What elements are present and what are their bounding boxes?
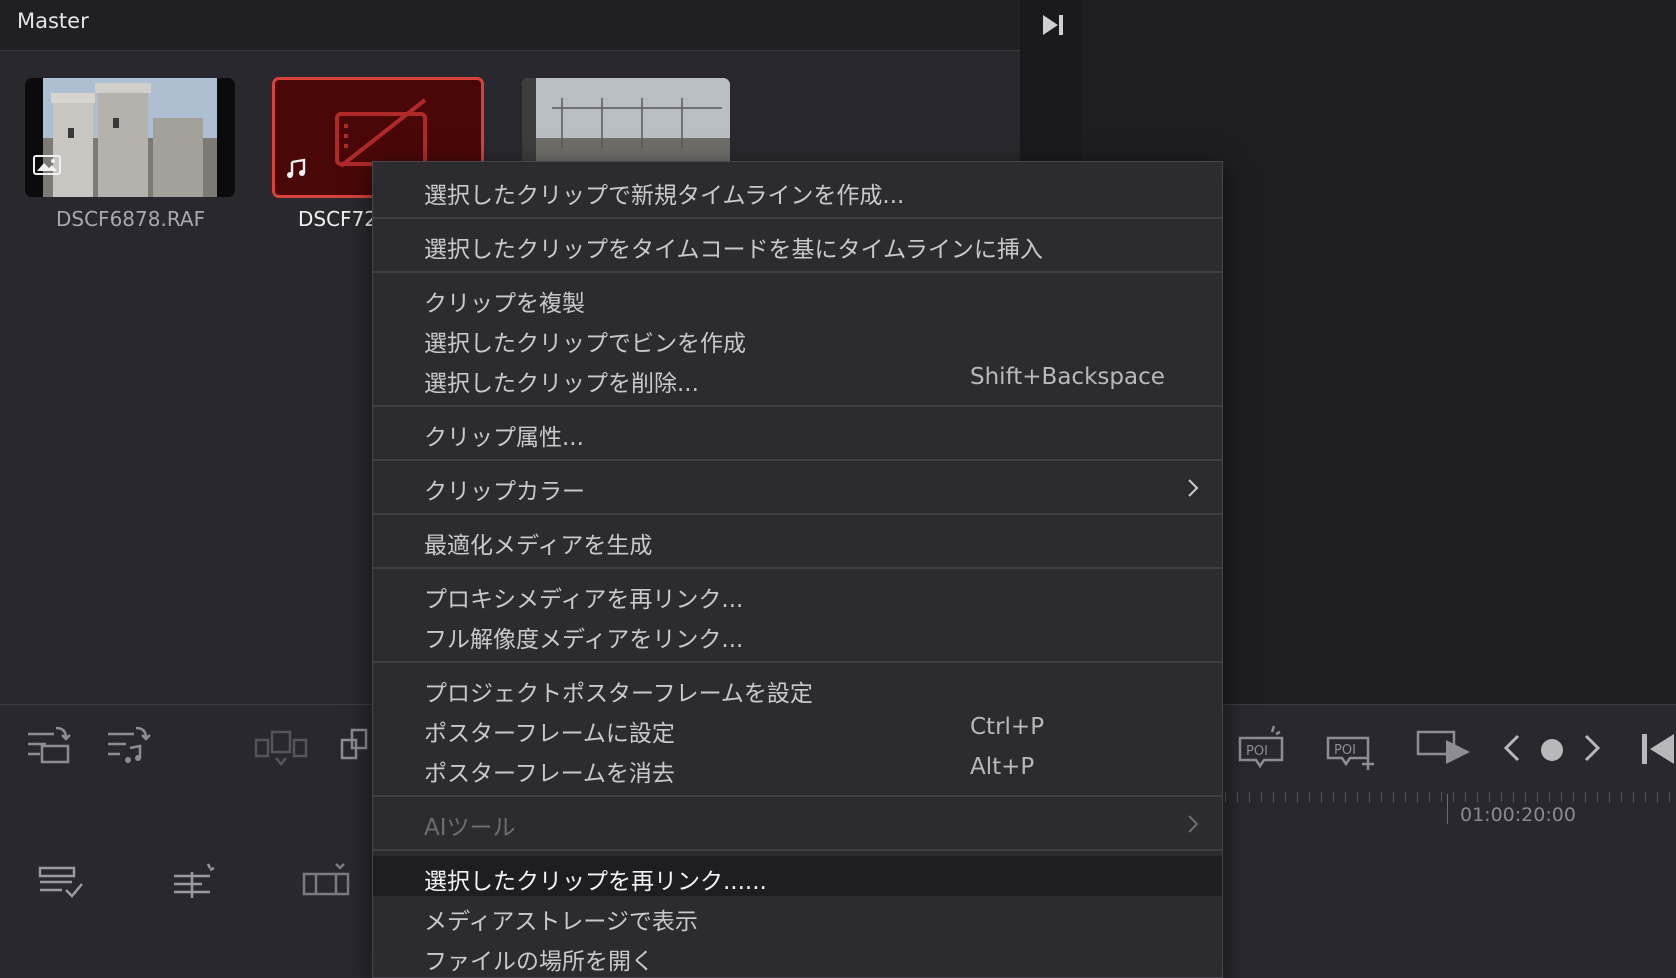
menu-item-shortcut: Alt+P <box>970 754 1035 780</box>
replace-icon[interactable] <box>340 728 370 768</box>
play-clip-icon[interactable] <box>1416 728 1472 770</box>
insert-audio-icon[interactable] <box>106 724 156 766</box>
skip-to-end-icon[interactable] <box>1040 12 1066 38</box>
menu-separator <box>373 567 1222 569</box>
timeline-timecode: 01:00:20:00 <box>1460 804 1576 826</box>
menu-item-label: 選択したクリップで新規タイムラインを作成... <box>424 183 905 209</box>
menu-item-label: プロキシメディアを再リンク... <box>424 587 744 613</box>
bin-header <box>0 0 1020 51</box>
next-icon[interactable] <box>1582 734 1602 762</box>
menu-item-reveal-in-media-storage[interactable]: メディアストレージで表示 <box>373 896 1222 936</box>
clip-name-selected: DSCF72 <box>298 207 378 231</box>
clip-thumbnail-image[interactable] <box>25 78 235 197</box>
offline-clip-icon <box>335 98 427 168</box>
menu-item-clear-poster-frame[interactable]: ポスターフレームを消去 Alt+P <box>373 748 1222 788</box>
menu-item-label: 選択したクリップでビンを作成 <box>424 331 746 357</box>
menu-item-label: ポスターフレームを消去 <box>424 761 675 787</box>
menu-item-duplicate-clip[interactable]: クリップを複製 <box>373 278 1222 318</box>
menu-item-new-timeline[interactable]: 選択したクリップで新規タイムラインを作成... <box>373 170 1222 210</box>
menu-item-open-file-location[interactable]: ファイルの場所を開く <box>373 936 1222 976</box>
menu-item-label: 選択したクリップをタイムコードを基にタイムラインに挿入 <box>424 237 1043 263</box>
clip-list-icon[interactable] <box>300 862 352 900</box>
menu-item-delete-clips[interactable]: 選択したクリップを削除... Shift+Backspace <box>373 358 1222 398</box>
menu-item-label: 選択したクリップを再リンク...... <box>424 869 767 895</box>
menu-item-label: ポスターフレームに設定 <box>424 721 675 747</box>
skip-to-start-icon[interactable] <box>1640 732 1676 766</box>
menu-separator <box>373 849 1222 851</box>
castle-photo <box>43 78 217 197</box>
menu-item-relink-selected-clips[interactable]: 選択したクリップを再リンク...... <box>373 856 1222 896</box>
svg-text:POI: POI <box>1334 743 1356 758</box>
svg-text:POI: POI <box>1246 744 1268 759</box>
menu-item-link-full-res[interactable]: フル解像度メディアをリンク... <box>373 614 1222 654</box>
bin-title: Master <box>17 9 89 33</box>
menu-item-clip-color[interactable]: クリップカラー <box>373 466 1222 506</box>
menu-item-label: クリップを複製 <box>424 291 585 317</box>
timeline-check-icon[interactable] <box>38 866 86 900</box>
menu-item-create-bin[interactable]: 選択したクリップでビンを作成 <box>373 318 1222 358</box>
insert-video-icon[interactable] <box>26 724 72 766</box>
menu-separator <box>373 271 1222 273</box>
menu-item-label: 最適化メディアを生成 <box>424 533 653 559</box>
menu-item-label: フル解像度メディアをリンク... <box>424 627 744 653</box>
context-menu: 選択したクリップで新規タイムラインを作成... 選択したクリップをタイムコードを… <box>372 161 1223 978</box>
poi-add-icon[interactable]: POI <box>1324 726 1378 770</box>
previous-icon[interactable] <box>1502 734 1522 762</box>
menu-item-relink-proxy[interactable]: プロキシメディアを再リンク... <box>373 574 1222 614</box>
menu-item-label: 選択したクリップを削除... <box>424 371 699 397</box>
menu-item-ai-tools: AIツール <box>373 802 1222 842</box>
menu-item-shortcut: Shift+Backspace <box>970 364 1165 390</box>
menu-item-set-project-poster-frame[interactable]: プロジェクトポスターフレームを設定 <box>373 668 1222 708</box>
menu-separator <box>373 459 1222 461</box>
menu-separator <box>373 795 1222 797</box>
clip-name: DSCF6878.RAF <box>56 207 206 231</box>
menu-separator <box>373 217 1222 219</box>
stop-dot-icon[interactable] <box>1540 738 1564 762</box>
menu-separator <box>373 513 1222 515</box>
menu-item-shortcut: Ctrl+P <box>970 714 1045 740</box>
poi-icon[interactable]: POI <box>1236 724 1286 768</box>
menu-separator <box>373 661 1222 663</box>
menu-item-clip-attributes[interactable]: クリップ属性... <box>373 412 1222 452</box>
image-icon <box>33 155 61 175</box>
menu-item-label: メディアストレージで表示 <box>424 909 698 935</box>
menu-item-label: クリップカラー <box>424 479 585 505</box>
menu-item-insert-by-timecode[interactable]: 選択したクリップをタイムコードを基にタイムラインに挿入 <box>373 224 1222 264</box>
menu-item-label: ファイルの場所を開く <box>424 949 654 975</box>
overwrite-icon[interactable] <box>254 728 308 768</box>
chevron-right-icon <box>1188 479 1199 497</box>
timeline-ruler[interactable] <box>1225 792 1676 802</box>
menu-separator <box>373 405 1222 407</box>
music-note-icon <box>287 158 306 178</box>
timecode-marker <box>1447 794 1448 824</box>
menu-item-label: プロジェクトポスターフレームを設定 <box>424 681 813 707</box>
menu-item-label: クリップ属性... <box>424 425 584 451</box>
chevron-right-icon <box>1188 815 1199 833</box>
menu-item-set-poster-frame[interactable]: ポスターフレームに設定 Ctrl+P <box>373 708 1222 748</box>
smart-bin-icon[interactable] <box>172 862 218 900</box>
menu-item-generate-optimized-media[interactable]: 最適化メディアを生成 <box>373 520 1222 560</box>
menu-item-label: AIツール <box>424 815 516 841</box>
